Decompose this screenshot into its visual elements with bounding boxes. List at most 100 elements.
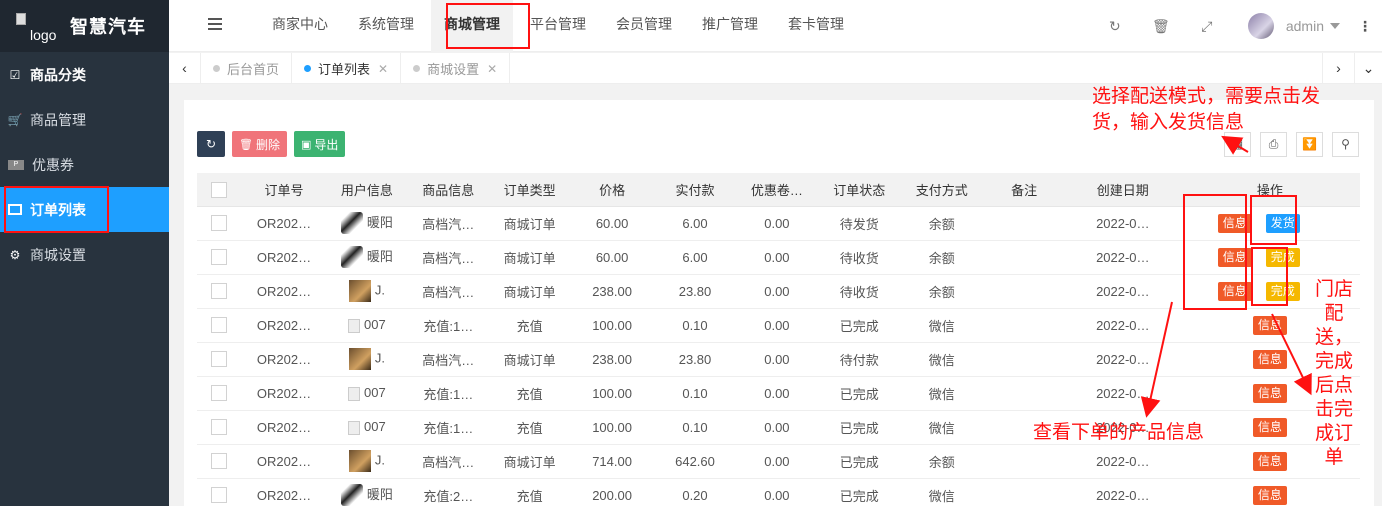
column-header[interactable]: 订单状态: [817, 173, 902, 207]
row-checkbox[interactable]: [211, 249, 228, 266]
table-tools: ▦ ⎙ ⏬ ⚲: [1215, 132, 1359, 157]
delete-button[interactable]: 🗑 删除: [232, 131, 287, 157]
columns-icon[interactable]: ▦: [1224, 132, 1251, 157]
nav-member-management[interactable]: 会员管理: [603, 0, 685, 52]
column-header[interactable]: 创建日期: [1065, 173, 1180, 207]
info-button[interactable]: 信息: [1252, 383, 1287, 403]
tab-order-list[interactable]: 订单列表 ✕: [292, 53, 402, 84]
cell-price: 100.00: [570, 376, 654, 411]
cell-product: 充值:1…: [407, 308, 489, 343]
info-button[interactable]: 信息: [1252, 485, 1287, 505]
row-checkbox[interactable]: [211, 487, 228, 504]
info-button[interactable]: 信息: [1217, 281, 1252, 301]
column-header[interactable]: 商品信息: [407, 173, 489, 207]
sidebar-item-mall-settings[interactable]: ⚙ 商城设置: [0, 232, 169, 277]
nav-promotion-management[interactable]: 推广管理: [689, 0, 771, 52]
row-checkbox[interactable]: [211, 215, 228, 232]
column-header[interactable]: 支付方式: [901, 173, 983, 207]
ship-button[interactable]: 发货: [1265, 213, 1300, 233]
tab-mall-settings[interactable]: 商城设置 ✕: [401, 53, 511, 84]
cell-paid: 6.00: [653, 240, 737, 275]
user-avatar: [340, 246, 363, 269]
sidebar-item-product-category[interactable]: ☑ 商品分类: [0, 52, 169, 97]
info-button[interactable]: 信息: [1217, 247, 1252, 267]
column-header[interactable]: 价格: [570, 173, 654, 207]
info-button[interactable]: 信息: [1252, 315, 1287, 335]
nav-merchant-center[interactable]: 商家中心: [259, 0, 341, 52]
export-label: 导出: [314, 137, 339, 152]
complete-button[interactable]: 完成: [1265, 281, 1300, 301]
select-all-checkbox[interactable]: [211, 181, 228, 198]
more-vertical-icon[interactable]: ⋮: [1358, 18, 1372, 35]
row-checkbox[interactable]: [211, 453, 228, 470]
export-file-icon[interactable]: ⏬: [1296, 132, 1323, 157]
cell-type: 商城订单: [488, 240, 571, 275]
row-checkbox[interactable]: [211, 419, 228, 436]
cell-status: 已完成: [817, 308, 902, 343]
cell-date: 2022-0…: [1065, 342, 1180, 377]
cell-status: 待收货: [817, 240, 902, 275]
cell-paid: 642.60: [653, 444, 737, 479]
refresh-button[interactable]: ↻: [197, 131, 225, 157]
column-header[interactable]: 实付款: [653, 173, 737, 207]
export-button[interactable]: ▣ 导出: [293, 131, 346, 157]
fullscreen-icon[interactable]: ⤢: [1184, 18, 1230, 35]
cell-paid: 0.10: [653, 410, 737, 445]
nav-system-management[interactable]: 系统管理: [345, 0, 427, 52]
avatar[interactable]: [1247, 13, 1274, 39]
column-header[interactable]: 用户信息: [326, 173, 408, 207]
cell-user-name: 暖阳: [366, 214, 393, 230]
cell-product: 高档汽…: [407, 274, 489, 309]
nav-card-management[interactable]: 套卡管理: [775, 0, 857, 52]
sidebar-item-coupons[interactable]: P 优惠券: [0, 142, 169, 187]
cell-note: [982, 444, 1066, 479]
cell-paid: 0.10: [653, 308, 737, 343]
row-checkbox[interactable]: [211, 317, 228, 334]
info-button[interactable]: 信息: [1252, 349, 1287, 369]
cell-price: 714.00: [570, 444, 654, 479]
cell-product: 充值:2…: [407, 478, 489, 506]
cell-user: J.: [326, 342, 408, 377]
refresh-icon[interactable]: ↻: [1092, 18, 1138, 35]
cell-order: OR202…: [241, 274, 327, 309]
cell-paid: 23.80: [653, 342, 737, 377]
cell-paid: 0.10: [653, 376, 737, 411]
sidebar-item-label: 商城设置: [30, 246, 86, 263]
column-header[interactable]: 订单类型: [488, 173, 571, 207]
trash-icon[interactable]: 🗑: [1138, 18, 1184, 35]
nav-mall-management[interactable]: 商城管理: [431, 0, 513, 52]
nav-platform-management[interactable]: 平台管理: [517, 0, 599, 52]
username[interactable]: admin: [1286, 18, 1324, 34]
row-checkbox[interactable]: [211, 283, 228, 300]
tab-home[interactable]: 后台首页: [201, 53, 293, 84]
menu-toggle-icon[interactable]: [208, 18, 222, 30]
row-checkbox[interactable]: [211, 351, 228, 368]
cell-user: 007: [326, 376, 408, 411]
row-checkbox[interactable]: [211, 385, 228, 402]
print-icon[interactable]: ⎙: [1260, 132, 1287, 157]
cell-coupon: 0.00: [736, 274, 818, 309]
sidebar-item-product-management[interactable]: 🛒 商品管理: [0, 97, 169, 142]
cell-date: 2022-0…: [1065, 274, 1180, 309]
info-button[interactable]: 信息: [1252, 417, 1287, 437]
search-icon[interactable]: ⚲: [1332, 132, 1359, 157]
chevron-left-icon[interactable]: ‹: [169, 53, 201, 84]
table-row: OR202… J. 高档汽… 商城订单 238.00 23.80 0.00 待收货 余额 2022…: [197, 274, 1360, 309]
column-header[interactable]: 订单号: [241, 173, 327, 207]
chevron-down-icon[interactable]: [1330, 23, 1340, 29]
sidebar-item-order-list[interactable]: 订单列表: [0, 187, 169, 232]
info-button[interactable]: 信息: [1217, 213, 1252, 233]
row-checkbox-cell: [197, 478, 242, 506]
cell-status: 已完成: [817, 376, 902, 411]
row-checkbox-cell: [197, 376, 242, 411]
column-header[interactable]: 备注: [982, 173, 1066, 207]
chevron-right-icon[interactable]: ›: [1322, 53, 1354, 84]
info-button[interactable]: 信息: [1252, 451, 1287, 471]
page-tabs-bar: ‹ 后台首页 订单列表 ✕ 商城设置 ✕ › ⌄: [169, 53, 1382, 84]
complete-button[interactable]: 完成: [1265, 247, 1300, 267]
close-icon[interactable]: ✕: [487, 62, 497, 76]
cell-coupon: 0.00: [736, 444, 818, 479]
column-header[interactable]: 优惠卷…: [736, 173, 818, 207]
chevron-down-icon[interactable]: ⌄: [1354, 53, 1382, 84]
close-icon[interactable]: ✕: [378, 62, 388, 76]
